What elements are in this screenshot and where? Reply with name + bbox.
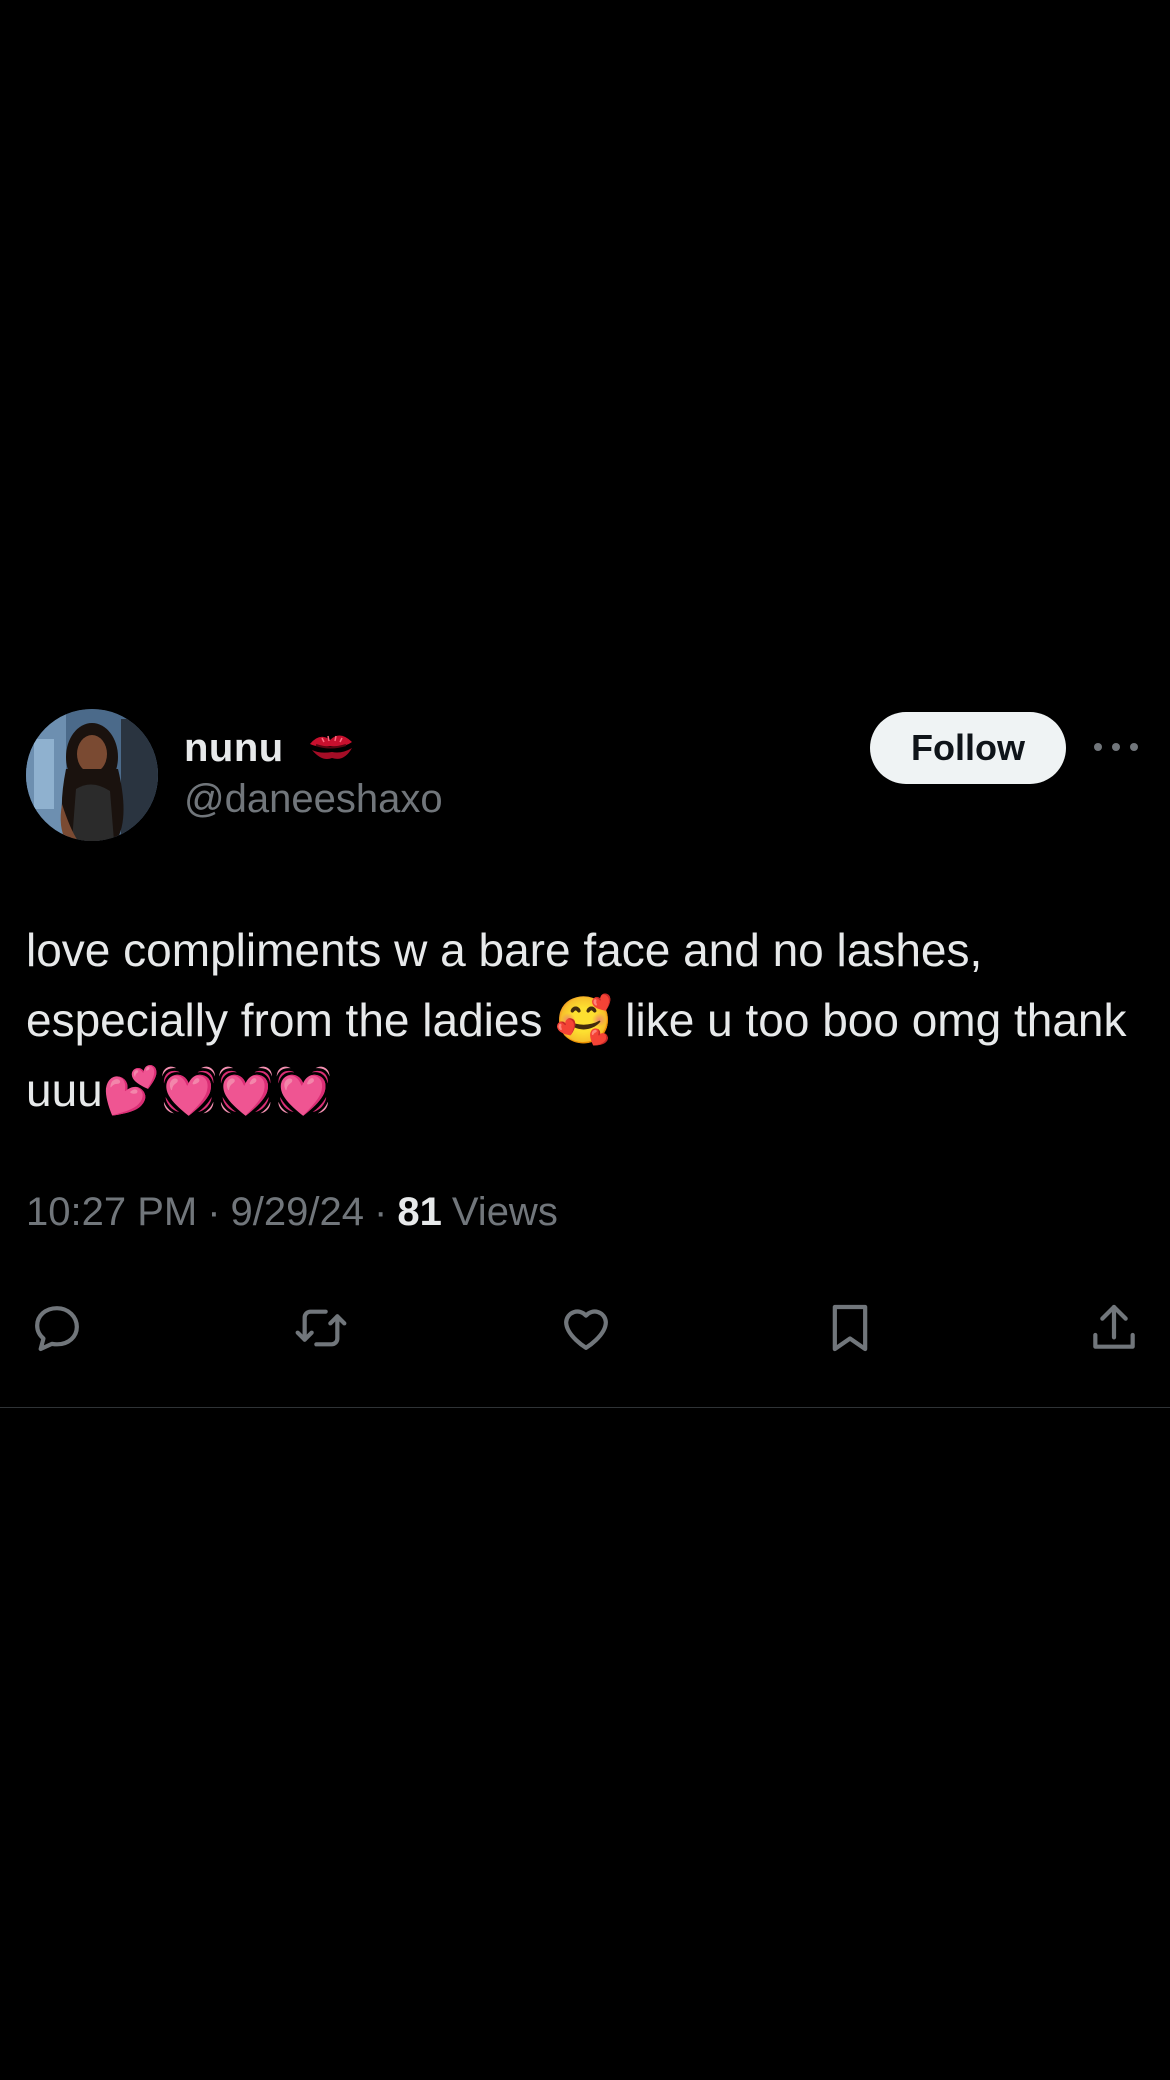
meta-separator: · — [374, 1190, 388, 1234]
like-icon[interactable] — [556, 1298, 616, 1358]
tweet-meta: 10:27 PM · 9/29/24 · 81 Views — [26, 1190, 558, 1235]
author-name-row[interactable]: nunu — [184, 720, 356, 776]
kiss-mark-icon — [306, 726, 356, 770]
retweet-icon[interactable] — [291, 1298, 351, 1358]
avatar[interactable] — [26, 709, 158, 841]
bookmark-icon[interactable] — [820, 1298, 880, 1358]
tweet-text: love compliments w a bare face and no la… — [26, 924, 1140, 1116]
meta-separator: · — [207, 1190, 221, 1234]
follow-button[interactable]: Follow — [870, 712, 1066, 784]
display-name[interactable]: nunu — [184, 726, 284, 771]
share-icon[interactable] — [1084, 1298, 1144, 1358]
tweet-time: 10:27 PM — [26, 1190, 198, 1234]
user-handle[interactable]: @daneeshaxo — [184, 777, 443, 822]
views-label[interactable]: Views — [442, 1190, 558, 1235]
more-options-icon[interactable] — [1094, 735, 1138, 759]
tweet-date: 9/29/24 — [230, 1190, 365, 1234]
reply-icon[interactable] — [27, 1298, 87, 1358]
tweet-detail: nunu @daneeshaxo Follow love compliments… — [0, 700, 1170, 1408]
views-count[interactable]: 81 — [397, 1190, 442, 1235]
